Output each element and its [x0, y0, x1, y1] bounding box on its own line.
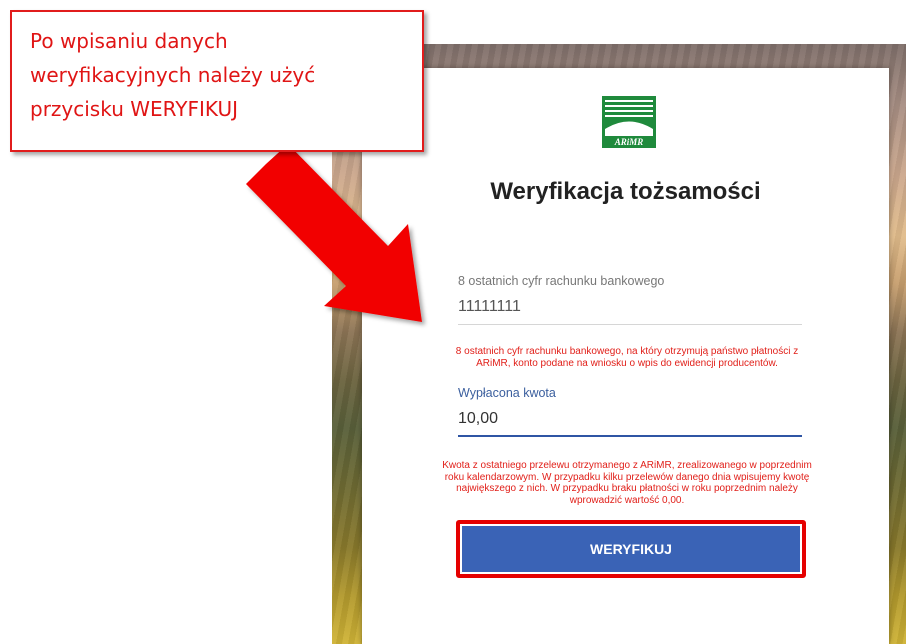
arimr-logo: ARiMR — [602, 96, 656, 148]
verify-button[interactable]: WERYFIKUJ — [462, 526, 800, 572]
page-title: Weryfikacja tożsamości — [490, 178, 761, 205]
account-field-input[interactable]: 11111111 — [458, 298, 521, 316]
account-field-label: 8 ostatnich cyfr rachunku bankowego — [458, 274, 665, 288]
verify-button-highlight: WERYFIKUJ — [456, 520, 806, 578]
account-field-underline — [458, 324, 802, 325]
amount-field-label: Wypłacona kwota — [458, 386, 556, 400]
instruction-callout: Po wpisaniu danych weryfikacyjnych należ… — [10, 10, 424, 152]
verification-card: ARiMR Weryfikacja tożsamości 8 ostatnich… — [362, 68, 889, 644]
logo-text: ARiMR — [614, 137, 644, 147]
pointer-arrow-icon — [246, 144, 422, 322]
amount-field-input[interactable]: 10,00 — [458, 410, 498, 428]
amount-field-hint: Kwota z ostatniego przelewu otrzymanego … — [442, 460, 812, 506]
amount-field-underline — [458, 435, 802, 437]
account-field-hint: 8 ostatnich cyfr rachunku bankowego, na … — [455, 346, 799, 369]
